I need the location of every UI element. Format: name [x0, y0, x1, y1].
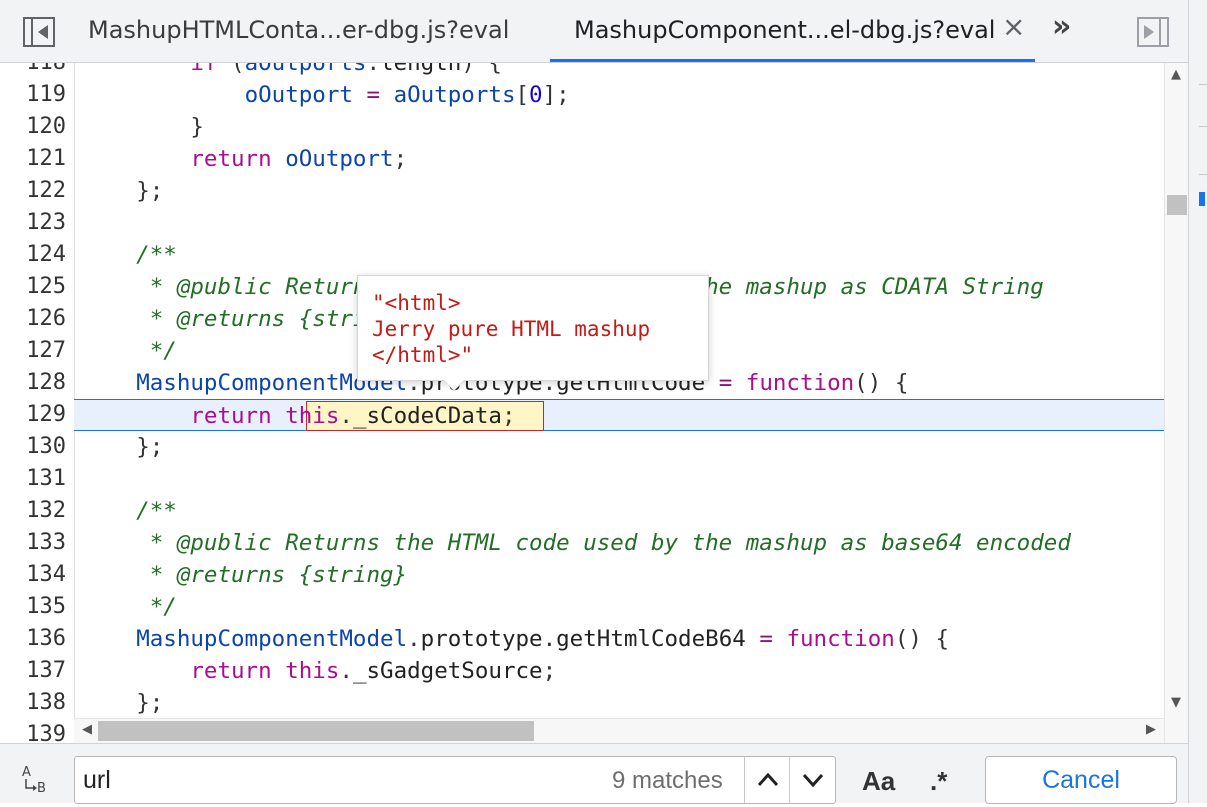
horizontal-scrollbar[interactable]: ◀ ▶	[74, 718, 1164, 743]
current-code-line[interactable]: return this._sCodeCData;	[74, 399, 1164, 431]
chevron-down-icon	[802, 773, 824, 788]
match-count: 9 matches	[612, 767, 723, 794]
code-line[interactable]: };	[74, 687, 1164, 719]
code-text: if (aOutports.length) {	[190, 63, 502, 76]
code-line[interactable]: /**	[74, 239, 1164, 271]
regex-button[interactable]: .*	[930, 766, 947, 797]
vertical-scrollbar[interactable]: ▲ ▼	[1164, 63, 1189, 743]
code-text: }	[190, 114, 204, 140]
vertical-scroll-thumb[interactable]	[1167, 195, 1187, 215]
code-line[interactable]	[74, 463, 1164, 495]
horizontal-scroll-thumb[interactable]	[98, 721, 534, 741]
line-number[interactable]: 130	[0, 431, 66, 463]
code-text: return this._sGadgetSource;	[190, 658, 557, 684]
chevron-up-icon	[757, 772, 779, 787]
code-text: oOutport = aOutports[0];	[244, 82, 570, 108]
scroll-down-arrow-icon[interactable]: ▼	[1171, 695, 1181, 710]
code-text: };	[136, 434, 164, 460]
panel-marker	[1199, 192, 1205, 206]
text-case-icon[interactable]: A B	[20, 762, 54, 796]
code-editor[interactable]: 1181191201211221231241251261271281291301…	[0, 63, 1188, 743]
search-field: 9 matches	[74, 756, 836, 804]
tooltip-line: </html>"	[372, 343, 474, 367]
line-number[interactable]: 133	[0, 527, 66, 559]
code-line[interactable]: return oOutport;	[74, 143, 1164, 175]
close-icon[interactable]: ×	[1002, 13, 1025, 41]
line-number[interactable]: 121	[0, 143, 66, 175]
code-line[interactable]: MashupComponentModel.prototype.getHtmlCo…	[74, 623, 1164, 655]
tooltip-arrow	[444, 380, 464, 390]
scroll-right-arrow-icon[interactable]: ▶	[1146, 722, 1156, 737]
editor-tab-bar: MashupHTMLConta...er-dbg.js?eval MashupC…	[0, 0, 1188, 63]
tab-mashup-html-container[interactable]: MashupHTMLConta...er-dbg.js?eval	[68, 0, 548, 62]
svg-text:B: B	[37, 781, 46, 794]
line-number[interactable]: 132	[0, 495, 66, 527]
tooltip-line: "<html>	[372, 291, 461, 315]
adjacent-panel-edge	[1188, 0, 1207, 803]
chevron-double-right-icon[interactable]: »	[1052, 12, 1071, 42]
panel-divider	[1199, 174, 1207, 175]
previous-match-button[interactable]	[744, 757, 791, 803]
line-number[interactable]: 134	[0, 559, 66, 591]
code-line[interactable]: };	[74, 431, 1164, 463]
panel-divider	[1199, 126, 1207, 127]
search-input[interactable]	[83, 765, 583, 795]
line-number[interactable]: 138	[0, 687, 66, 719]
cancel-button[interactable]: Cancel	[985, 756, 1177, 804]
tooltip-line: Jerry pure HTML mashup	[372, 317, 651, 341]
line-number[interactable]: 118	[0, 63, 66, 79]
line-number[interactable]: 123	[0, 207, 66, 239]
svg-text:A: A	[22, 765, 31, 780]
code-line[interactable]: oOutport = aOutports[0];	[74, 79, 1164, 111]
line-number[interactable]: 122	[0, 175, 66, 207]
code-text: */	[82, 594, 177, 620]
code-line[interactable]: }	[74, 111, 1164, 143]
code-line[interactable]: return this._sGadgetSource;	[74, 655, 1164, 687]
next-match-button[interactable]	[789, 757, 836, 803]
scroll-left-arrow-icon[interactable]: ◀	[82, 722, 92, 737]
match-case-button[interactable]: Aa	[862, 766, 895, 797]
code-text: * @public Returns the HTML code used by …	[82, 530, 1071, 556]
line-number-gutter[interactable]: 1181191201211221231241251261271281291301…	[0, 63, 75, 743]
scroll-up-arrow-icon[interactable]: ▲	[1171, 67, 1181, 82]
code-line[interactable]	[74, 207, 1164, 239]
code-text: /**	[82, 498, 177, 524]
line-number[interactable]: 139	[0, 719, 66, 743]
panel-divider	[1199, 84, 1207, 85]
code-line[interactable]: /**	[74, 495, 1164, 527]
code-line[interactable]: */	[74, 591, 1164, 623]
line-number[interactable]: 128	[0, 367, 66, 399]
code-area[interactable]: if (aOutports.length) { oOutport = aOutp…	[74, 63, 1164, 743]
tab-label: MashupHTMLConta...er-dbg.js?eval	[88, 16, 510, 44]
line-number[interactable]: 129	[0, 399, 66, 431]
value-tooltip: "<html> Jerry pure HTML mashup </html>"	[357, 275, 709, 381]
line-number[interactable]: 135	[0, 591, 66, 623]
sidebar-toggle-icon[interactable]	[22, 16, 56, 48]
code-line[interactable]: if (aOutports.length) {	[74, 63, 1164, 79]
code-text: };	[136, 178, 164, 204]
code-line[interactable]: * @public Returns the HTML code used by …	[74, 527, 1164, 559]
line-number[interactable]: 120	[0, 111, 66, 143]
code-line[interactable]: * @returns {string}	[74, 559, 1164, 591]
line-number[interactable]: 124	[0, 239, 66, 271]
code-text: */	[82, 338, 177, 364]
tab-mashup-component-model[interactable]: MashupComponent...el-dbg.js?eval ×	[550, 0, 1035, 62]
line-number[interactable]: 131	[0, 463, 66, 495]
debugger-panel-toggle-icon[interactable]	[1136, 16, 1170, 48]
line-number[interactable]: 125	[0, 271, 66, 303]
line-number[interactable]: 137	[0, 655, 66, 687]
code-line[interactable]: };	[74, 175, 1164, 207]
code-text: return oOutport;	[190, 146, 408, 172]
line-number[interactable]: 127	[0, 335, 66, 367]
tab-label: MashupComponent...el-dbg.js?eval	[574, 16, 996, 44]
code-text: MashupComponentModel.prototype.getHtmlCo…	[136, 626, 949, 652]
code-text: return this._sCodeCData;	[190, 403, 516, 429]
line-number[interactable]: 119	[0, 79, 66, 111]
code-text: * @returns {string}	[82, 562, 408, 588]
search-bar: A B 9 matches Aa .* Cancel	[0, 743, 1188, 804]
code-text: };	[136, 690, 164, 716]
code-text: /**	[82, 242, 177, 268]
line-number[interactable]: 126	[0, 303, 66, 335]
line-number[interactable]: 136	[0, 623, 66, 655]
